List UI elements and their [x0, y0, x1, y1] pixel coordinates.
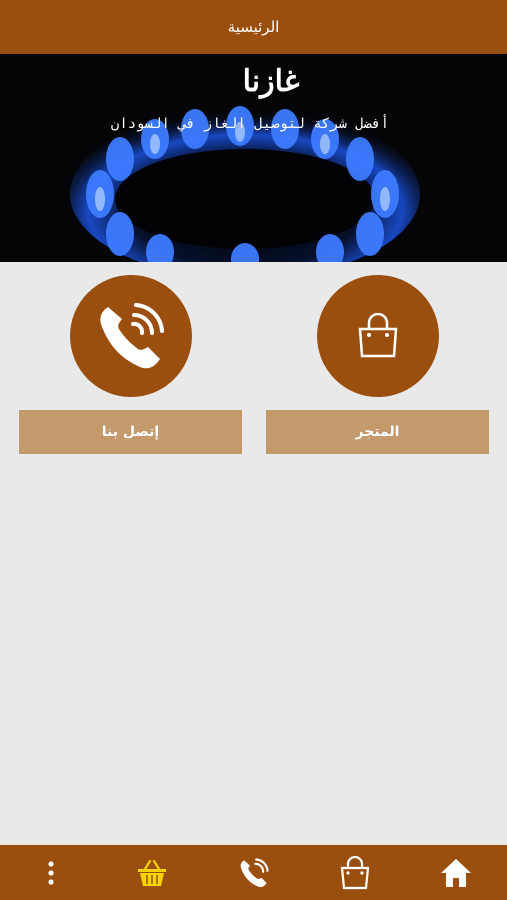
- hero-banner: غازنا أفضل شركة لتوصيل الغاز في السودان: [0, 54, 507, 262]
- top-app-bar: الرئيسية: [0, 0, 507, 54]
- phone-icon: [240, 857, 269, 887]
- contact-tile[interactable]: إتصل بنا: [19, 275, 242, 454]
- nav-home[interactable]: [428, 845, 484, 900]
- basket-icon: [138, 859, 166, 886]
- shopping-bag-icon: [358, 313, 397, 358]
- home-icon: [441, 858, 471, 887]
- hero-subtitle: أفضل شركة لتوصيل الغاز في السودان: [110, 116, 390, 132]
- contact-button[interactable]: إتصل بنا: [19, 410, 242, 454]
- nav-more[interactable]: [36, 845, 66, 900]
- more-vertical-icon: [48, 860, 54, 885]
- store-tile[interactable]: المتجر: [266, 275, 489, 454]
- page-title: الرئيسية: [227, 18, 280, 36]
- store-button[interactable]: المتجر: [266, 410, 489, 454]
- shopping-bag-icon: [340, 855, 370, 889]
- store-circle-button[interactable]: [316, 275, 439, 397]
- nav-contact[interactable]: [226, 845, 282, 900]
- contact-circle-button[interactable]: [69, 275, 192, 397]
- hero-title: غازنا: [242, 64, 300, 99]
- phone-icon: [99, 303, 164, 369]
- nav-cart[interactable]: [124, 845, 180, 900]
- nav-store[interactable]: [327, 845, 383, 900]
- bottom-nav-bar: [0, 845, 507, 900]
